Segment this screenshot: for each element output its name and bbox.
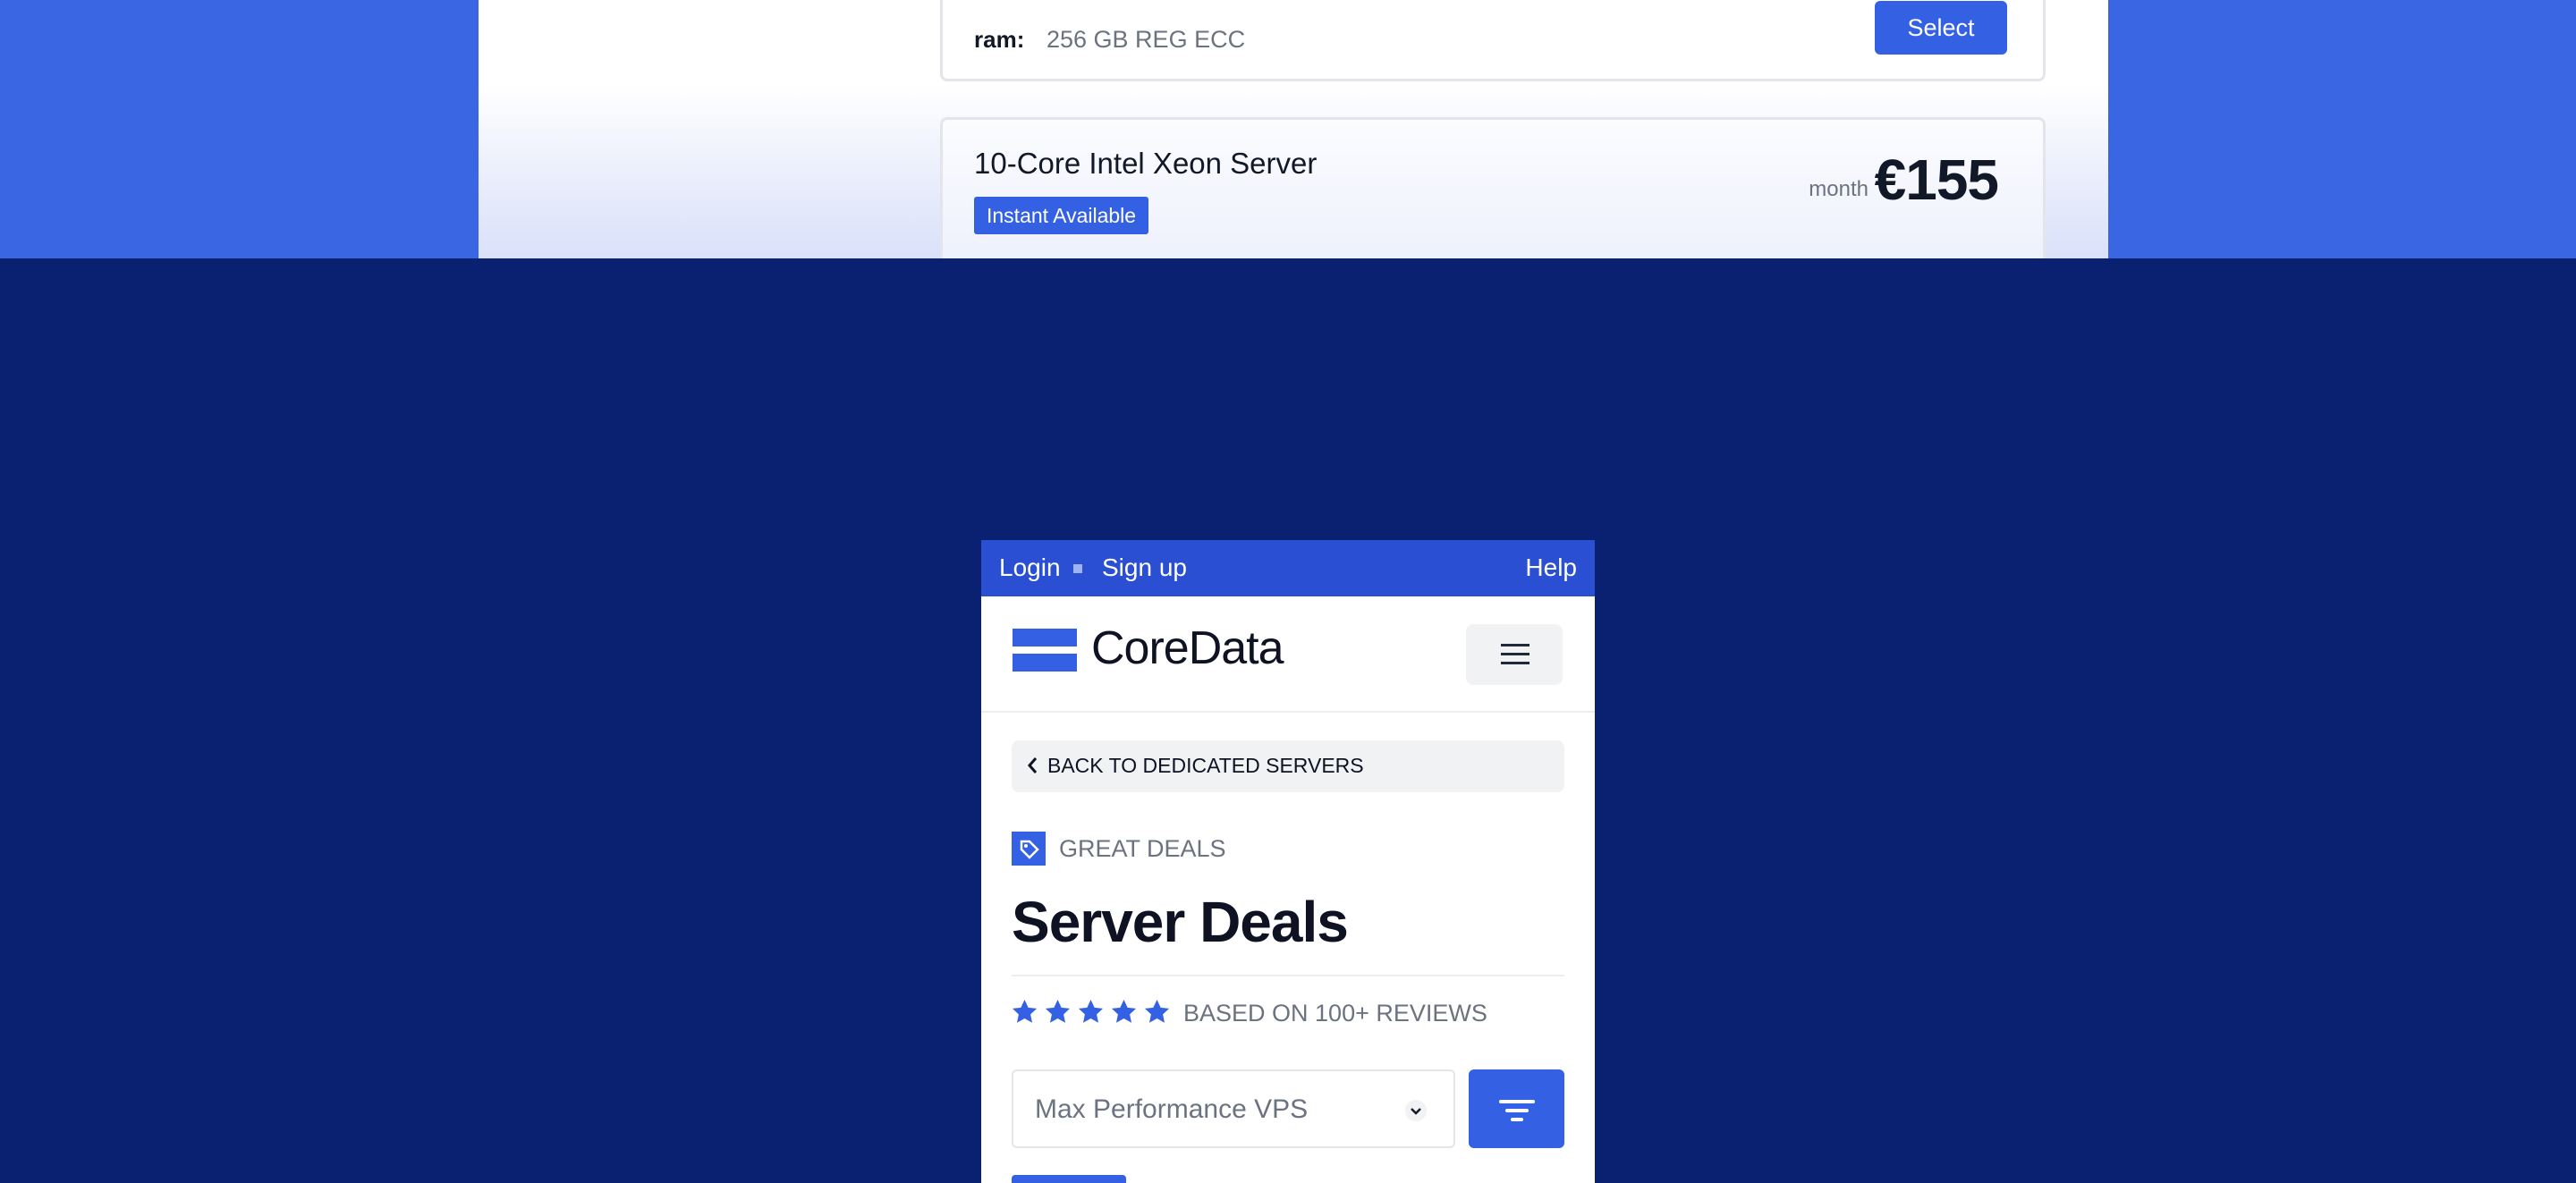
- star-icon: [1045, 999, 1071, 1023]
- divider: [1012, 975, 1564, 976]
- menu-button[interactable]: [1466, 624, 1563, 685]
- signup-link[interactable]: Sign up: [1102, 553, 1187, 582]
- back-button[interactable]: BACK TO DEDICATED SERVERS: [1012, 740, 1564, 792]
- logo-icon[interactable]: [1013, 629, 1077, 672]
- price: €155: [1874, 148, 1999, 212]
- site-header: CoreData: [981, 596, 1595, 713]
- server-card-xeon[interactable]: 10-Core Intel Xeon Server Instant Availa…: [940, 117, 2046, 258]
- section-label: GREAT DEALS: [1059, 835, 1226, 862]
- plan-select-value: Max Performance VPS: [1035, 1094, 1309, 1124]
- listing-panel: ram: 256 GB REG ECC Select 10-Core Intel…: [479, 0, 2108, 258]
- page-title: Server Deals: [1012, 890, 1349, 954]
- desktop-band: ram: 256 GB REG ECC Select 10-Core Intel…: [0, 0, 2576, 258]
- mobile-preview: Login Sign up Help CoreData BACK TO DEDI…: [981, 540, 1595, 1183]
- price-unit: month: [1809, 177, 1868, 201]
- server-title: 10-Core Intel Xeon Server: [974, 147, 1318, 180]
- star-icon: [1111, 999, 1137, 1023]
- login-link[interactable]: Login: [999, 553, 1061, 582]
- top-bar: Login Sign up Help: [981, 540, 1595, 596]
- spec-value-ram: 256 GB REG ECC: [1046, 26, 1246, 53]
- server-card: ram: 256 GB REG ECC Select: [940, 0, 2046, 81]
- star-icon: [1144, 999, 1170, 1023]
- reviews-text: BASED ON 100+ REVIEWS: [1183, 1000, 1487, 1027]
- availability-badge: Instant Available: [974, 197, 1149, 234]
- filter-button[interactable]: [1469, 1069, 1564, 1148]
- brand-name[interactable]: CoreData: [1091, 621, 1284, 675]
- star-icon: [1012, 999, 1038, 1023]
- back-button-label: BACK TO DEDICATED SERVERS: [1047, 754, 1364, 777]
- chevron-down-icon: [1405, 1100, 1427, 1121]
- separator-dot: [1073, 564, 1082, 573]
- plan-select[interactable]: Max Performance VPS: [1012, 1069, 1455, 1148]
- spec-label-ram: ram:: [974, 26, 1025, 53]
- star-icon: [1078, 999, 1104, 1023]
- help-link[interactable]: Help: [1525, 553, 1577, 582]
- select-button[interactable]: Select: [1875, 1, 2007, 55]
- next-button-partial[interactable]: [1012, 1175, 1126, 1183]
- price-tag-icon: [1012, 832, 1046, 866]
- chevron-left-icon: [1028, 757, 1038, 773]
